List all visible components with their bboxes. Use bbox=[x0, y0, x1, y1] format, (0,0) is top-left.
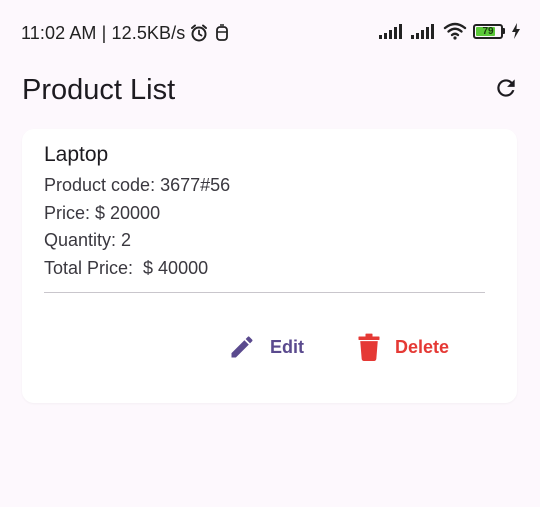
signal-2-icon bbox=[411, 23, 437, 39]
battery-nub bbox=[503, 28, 505, 34]
app-bar: Product List bbox=[0, 64, 540, 120]
refresh-button[interactable] bbox=[490, 74, 522, 106]
pencil-icon bbox=[228, 333, 256, 361]
trash-icon bbox=[357, 333, 381, 361]
product-price: Price: $ 20000 bbox=[44, 203, 161, 223]
status-right: 79 bbox=[379, 22, 521, 40]
bolt-icon bbox=[511, 23, 521, 39]
delete-label: Delete bbox=[395, 336, 450, 357]
signal-1-icon bbox=[379, 23, 405, 39]
page-title: Product List bbox=[22, 74, 176, 106]
edit-label: Edit bbox=[270, 336, 304, 357]
refresh-icon bbox=[493, 75, 519, 106]
wifi-icon bbox=[443, 22, 467, 40]
product-code: Product code: 3677#56 bbox=[44, 175, 231, 195]
product-total-price: Total Price: $ 40000 bbox=[44, 258, 209, 278]
delete-button[interactable]: Delete bbox=[357, 327, 449, 367]
edit-button[interactable]: Edit bbox=[228, 327, 304, 367]
battery-indicator: 79 bbox=[473, 23, 505, 39]
product-quantity: Quantity: 2 bbox=[44, 230, 132, 250]
alarm-icon bbox=[189, 23, 209, 43]
battery-icon: 79 bbox=[473, 23, 503, 39]
divider bbox=[44, 292, 485, 293]
battery-level: 79 bbox=[482, 25, 494, 37]
status-left: 11:02 AM | 12.5KB/s bbox=[21, 21, 231, 45]
product-card: Laptop Product code: 3677#56 Price: $ 20… bbox=[22, 129, 517, 403]
status-bar: 11:02 AM | 12.5KB/s 79 bbox=[0, 0, 540, 64]
product-name: Laptop bbox=[44, 143, 109, 166]
status-time-speed: 11:02 AM | 12.5KB/s bbox=[21, 23, 186, 43]
app-screen: 11:02 AM | 12.5KB/s 79 Product List Lapt… bbox=[0, 0, 540, 507]
notification-icon bbox=[213, 23, 231, 43]
